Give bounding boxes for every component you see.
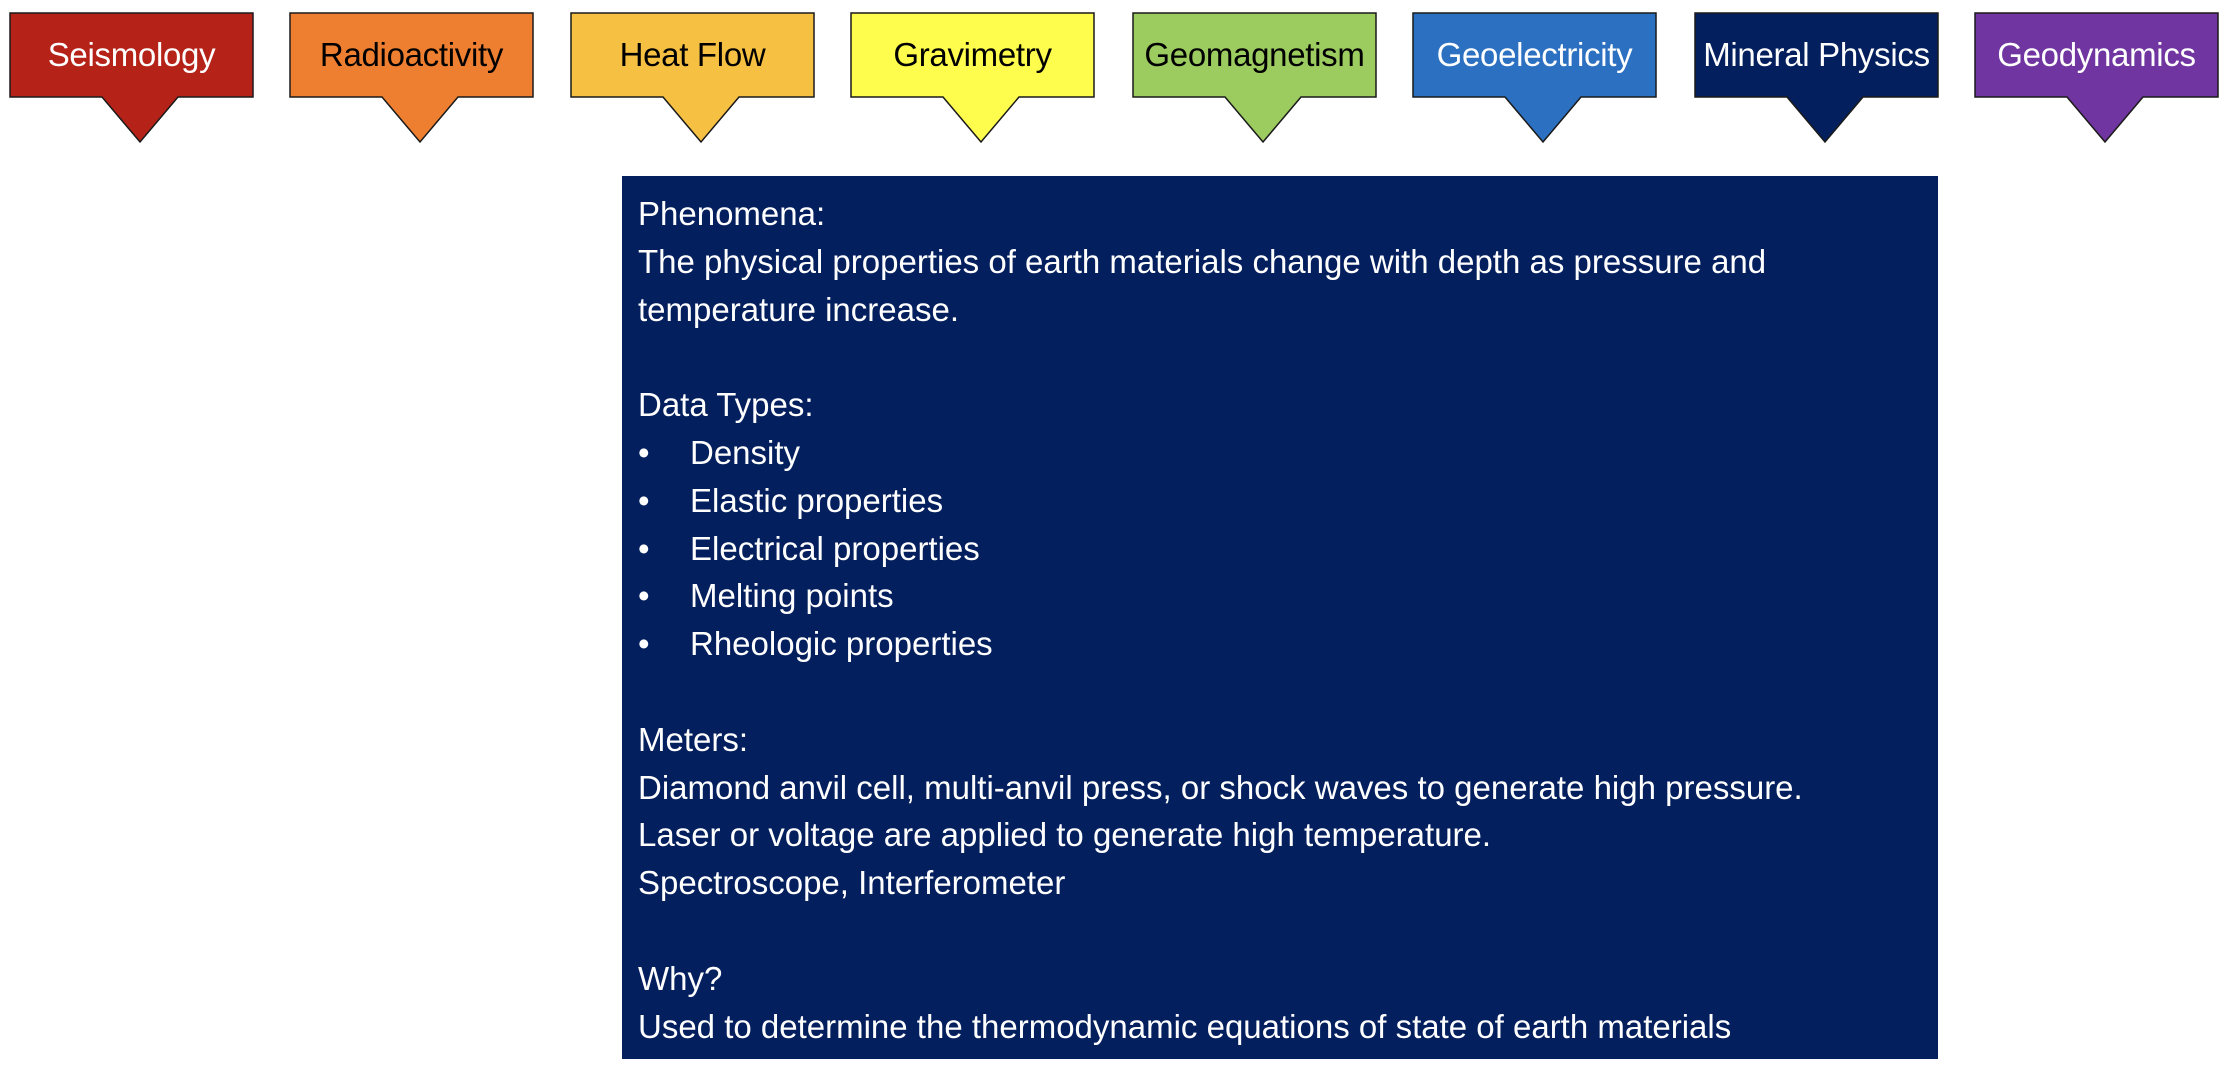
category-callout-geodynamics[interactable]: Geodynamics	[1974, 12, 2219, 144]
category-callout-seismology[interactable]: Seismology	[9, 12, 254, 144]
category-label: Geomagnetism	[1144, 36, 1365, 73]
data-types-heading: Data Types:	[638, 386, 814, 424]
meters-line: Spectroscope, Interferometer	[638, 864, 1066, 902]
data-types-list: Density Elastic properties Electrical pr…	[638, 429, 1922, 668]
category-callout-geomagnetism[interactable]: Geomagnetism	[1132, 12, 1377, 144]
phenomena-heading: Phenomena:	[638, 195, 826, 232]
category-callout-heat-flow[interactable]: Heat Flow	[570, 12, 815, 144]
category-callout-geoelectricity[interactable]: Geoelectricity	[1412, 12, 1657, 144]
list-item: Rheologic properties	[638, 620, 1922, 668]
category-label: Radioactivity	[319, 36, 504, 73]
meters-heading: Meters:	[638, 720, 749, 758]
list-item: Melting points	[638, 572, 1922, 620]
meters-line: Diamond anvil cell, multi-anvil press, o…	[638, 768, 1803, 806]
category-label: Gravimetry	[893, 36, 1052, 73]
category-callout-radioactivity[interactable]: Radioactivity	[289, 12, 534, 144]
category-label: Geoelectricity	[1436, 36, 1633, 73]
detail-panel: Phenomena: The physical properties of ea…	[622, 176, 1938, 1059]
category-callout-mineral-physics[interactable]: Mineral Physics	[1694, 12, 1939, 144]
meters-line: Laser or voltage are applied to generate…	[638, 816, 1492, 854]
category-label: Mineral Physics	[1703, 36, 1930, 73]
why-heading: Why?	[638, 959, 723, 997]
phenomena-text-line-2: temperature increase.	[638, 290, 959, 328]
category-label: Heat Flow	[619, 36, 766, 73]
list-item: Density	[638, 429, 1922, 477]
list-item: Elastic properties	[638, 477, 1922, 525]
why-text: Used to determine the thermodynamic equa…	[638, 1007, 1732, 1045]
category-label: Geodynamics	[1997, 36, 2196, 73]
category-label: Seismology	[47, 36, 216, 73]
category-callout-gravimetry[interactable]: Gravimetry	[850, 12, 1095, 144]
list-item: Electrical properties	[638, 525, 1922, 573]
phenomena-text-line-1: The physical properties of earth materia…	[638, 242, 1767, 280]
